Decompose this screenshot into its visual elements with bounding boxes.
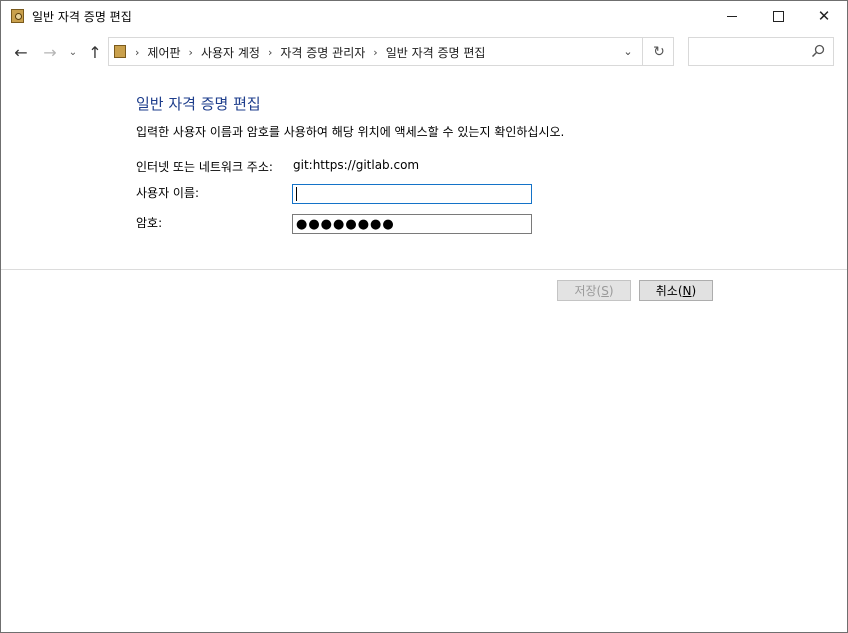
save-button-label: 저장 [574,284,597,298]
password-input[interactable] [292,214,532,234]
up-button[interactable]: ↑ [85,37,105,67]
address-history-button[interactable]: ⌄ [617,38,639,65]
close-icon: ✕ [817,7,831,25]
maximize-button[interactable] [755,1,801,31]
up-arrow-icon: ↑ [88,42,102,62]
back-arrow-icon: ← [14,42,28,62]
refresh-button[interactable]: ↻ [647,38,671,65]
title-bar[interactable]: 일반 자격 증명 편집 ✕ [1,1,847,31]
navigation-bar: ← → ⌄ ↑ › 제어판 › 사용자 계정 › 자격 증명 관리자 › 일반 … [1,37,847,69]
username-label: 사용자 이름: [136,186,200,200]
breadcrumb-separator[interactable]: › [135,46,139,59]
breadcrumb-control-panel[interactable]: 제어판 [147,44,180,61]
cancel-button[interactable]: 취소(N) [639,280,713,301]
close-button[interactable]: ✕ [801,1,847,31]
breadcrumb-separator[interactable]: › [189,46,193,59]
breadcrumb-edit-generic-credential[interactable]: 일반 자격 증명 편집 [386,44,486,61]
control-panel-icon [114,45,126,58]
save-button[interactable]: 저장(S) [557,280,631,301]
forward-arrow-icon: → [43,42,57,62]
section-divider [1,269,847,270]
chevron-down-icon: ⌄ [68,46,78,58]
back-button[interactable]: ← [11,37,31,67]
search-box[interactable] [688,37,834,66]
text-caret [296,187,297,201]
password-label: 암호: [136,216,163,230]
address-value: git:https://gitlab.com [293,158,420,172]
page-title: 일반 자격 증명 편집 [136,95,261,113]
chevron-down-icon: ⌄ [623,45,633,58]
minimize-button[interactable] [709,1,755,31]
credential-manager-icon [11,9,24,23]
breadcrumb-separator[interactable]: › [373,46,377,59]
maximize-icon [772,10,784,22]
breadcrumb-credential-manager[interactable]: 자격 증명 관리자 [280,44,365,61]
search-icon [811,44,825,58]
page-description: 입력한 사용자 이름과 암호를 사용하여 해당 위치에 액세스할 수 있는지 확… [136,125,565,139]
username-input[interactable] [292,184,532,204]
address-divider [642,38,643,65]
address-bar[interactable]: › 제어판 › 사용자 계정 › 자격 증명 관리자 › 일반 자격 증명 편집… [108,37,674,66]
cancel-button-label: 취소 [655,284,678,298]
credential-edit-window: 일반 자격 증명 편집 ✕ ← → ⌄ ↑ › 제어판 › 사용자 계정 › 자… [0,0,848,633]
refresh-icon: ↻ [653,43,665,60]
window-title: 일반 자격 증명 편집 [32,10,132,24]
recent-locations-button[interactable]: ⌄ [67,37,79,67]
breadcrumb-separator[interactable]: › [268,46,272,59]
save-accelerator-key: S [601,283,609,298]
forward-button[interactable]: → [40,37,60,67]
breadcrumb-user-accounts[interactable]: 사용자 계정 [201,44,260,61]
address-label: 인터넷 또는 네트워크 주소: [136,160,273,174]
breadcrumb: › 제어판 › 사용자 계정 › 자격 증명 관리자 › 일반 자격 증명 편집 [133,44,485,61]
cancel-accelerator-key: N [682,283,692,298]
minimize-icon [727,15,737,17]
